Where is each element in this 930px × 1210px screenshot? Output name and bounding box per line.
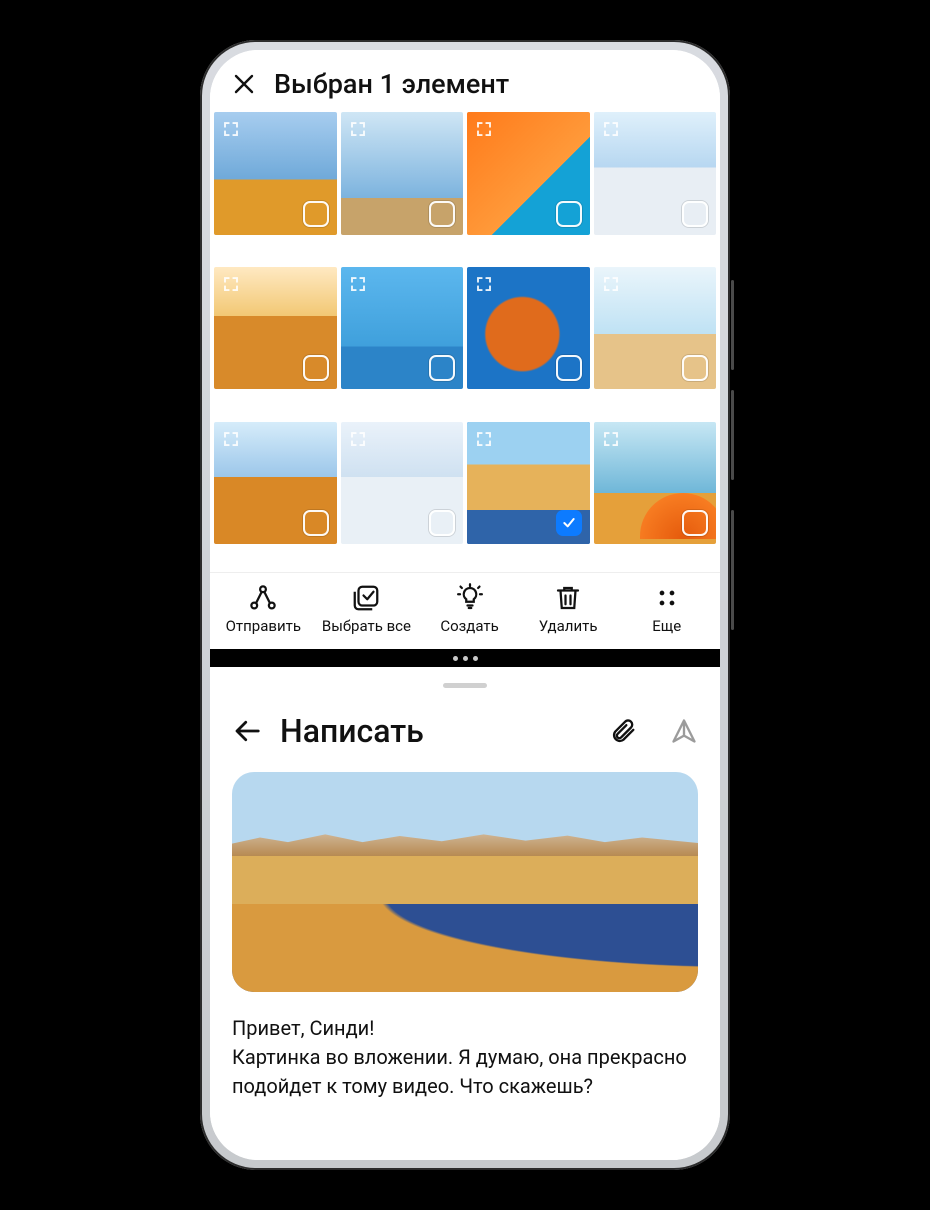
fullscreen-icon [475,120,493,138]
fullscreen-icon [602,120,620,138]
more-button[interactable]: Еще [627,583,707,635]
select-checkbox[interactable] [303,355,329,381]
phone-frame: Выбран 1 элемент [200,40,730,1170]
screen: Выбран 1 элемент [210,50,720,1160]
gallery-actionbar: Отправить Выбрать все Создать Удалить Ещ… [210,572,720,649]
fullscreen-icon [349,275,367,293]
select-checkbox[interactable] [429,201,455,227]
drag-handle[interactable] [443,683,487,688]
select-checkbox[interactable] [682,355,708,381]
photo-desert-rocks[interactable] [214,422,337,545]
select-checkbox[interactable] [303,510,329,536]
power-button[interactable] [731,510,734,630]
select-checkbox[interactable] [429,510,455,536]
attachment-icon[interactable] [610,717,638,745]
fullscreen-icon [475,275,493,293]
compose-header: Написать [232,712,698,750]
create-button[interactable]: Создать [430,583,510,635]
share-label: Отправить [226,617,301,635]
select-all-icon [351,583,381,613]
photo-coastline[interactable] [467,422,590,545]
photo-camels-desert[interactable] [214,267,337,390]
create-label: Создать [440,617,498,635]
divider-dot [473,656,478,661]
decorative-coast [232,904,698,992]
fullscreen-icon [222,275,240,293]
fullscreen-icon [602,275,620,293]
fullscreen-icon [349,430,367,448]
lightbulb-icon [455,583,485,613]
attachment-preview[interactable] [232,772,698,992]
select-all-button[interactable]: Выбрать все [322,583,411,635]
select-checkbox[interactable] [556,355,582,381]
photo-beach-umbrella[interactable] [594,422,717,545]
compose-app: Написать Привет, Синди! Картинка во влож… [210,667,720,1160]
fullscreen-icon [602,430,620,448]
select-checkbox[interactable] [429,355,455,381]
select-checkbox[interactable] [556,510,582,536]
send-icon[interactable] [670,717,698,745]
photo-snow-chairs[interactable] [341,422,464,545]
photo-skier[interactable] [594,112,717,235]
select-all-label: Выбрать все [322,617,411,635]
close-icon[interactable] [232,72,256,96]
select-checkbox[interactable] [682,201,708,227]
photo-orange-flatlay[interactable] [467,112,590,235]
gallery-app: Выбран 1 элемент [210,50,720,649]
photo-grid [210,112,720,572]
fullscreen-icon [349,120,367,138]
trash-icon [553,583,583,613]
delete-button[interactable]: Удалить [528,583,608,635]
share-button[interactable]: Отправить [223,583,303,635]
fullscreen-icon [222,120,240,138]
photo-deck-chairs[interactable] [594,267,717,390]
photo-rock-arch[interactable] [467,267,590,390]
more-label: Еще [652,617,681,635]
share-icon [248,583,278,613]
back-icon[interactable] [232,716,262,746]
volume-up-button[interactable] [731,280,734,370]
split-screen-divider[interactable] [210,649,720,667]
compose-title: Написать [280,712,592,750]
gallery-header: Выбран 1 элемент [210,50,720,112]
message-greeting: Привет, Синди! [232,1014,698,1043]
fullscreen-icon [222,430,240,448]
photo-colored-houses[interactable] [341,267,464,390]
decorative-mountains [232,825,698,856]
volume-down-button[interactable] [731,390,734,480]
delete-label: Удалить [539,617,598,635]
divider-dot [463,656,468,661]
divider-dot [453,656,458,661]
select-checkbox[interactable] [303,201,329,227]
gallery-title: Выбран 1 элемент [274,68,509,100]
more-icon [652,583,682,613]
select-checkbox[interactable] [556,201,582,227]
fullscreen-icon [475,430,493,448]
message-text: Картинка во вложении. Я думаю, она прекр… [232,1043,698,1101]
photo-paper-boat[interactable] [341,112,464,235]
message-body[interactable]: Привет, Синди! Картинка во вложении. Я д… [232,1014,698,1101]
select-checkbox[interactable] [682,510,708,536]
photo-woman-field[interactable] [214,112,337,235]
